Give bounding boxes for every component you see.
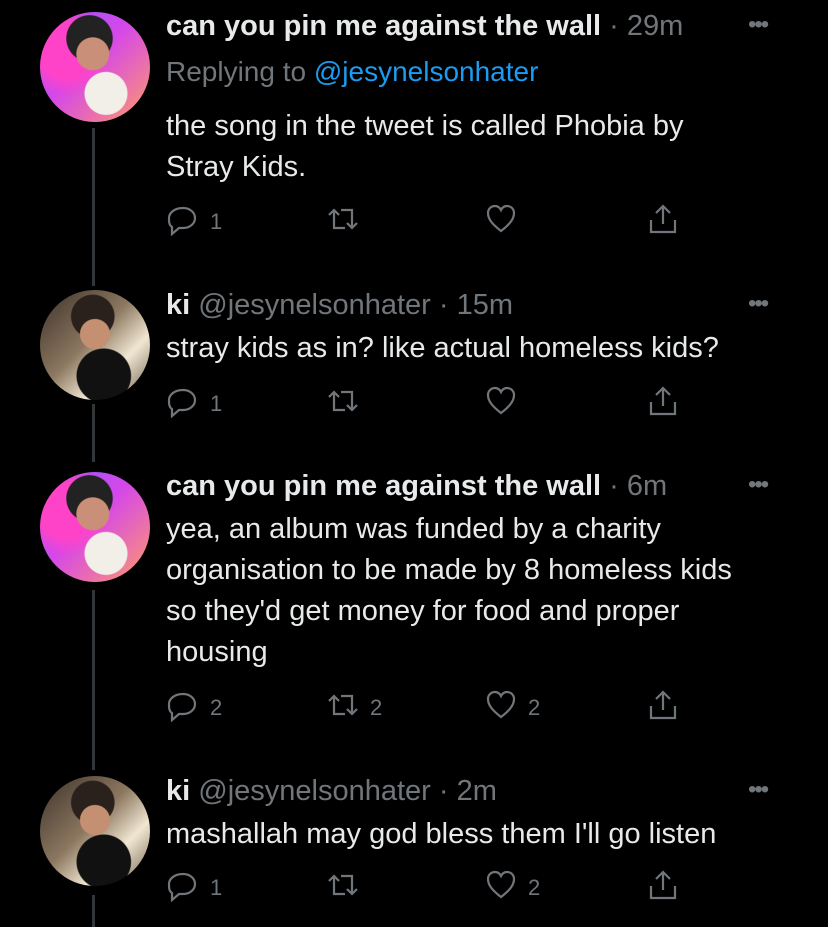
reply-count: 1: [210, 391, 223, 416]
reply-icon: [166, 202, 200, 242]
display-name[interactable]: can you pin me against the wall: [166, 470, 601, 502]
tweet-header: can you pin me against the wall · 6m: [166, 465, 667, 507]
tweet-header: ki @jesynelsonhater · 2m: [166, 770, 497, 812]
replying-prefix: Replying to: [166, 56, 314, 87]
timestamp[interactable]: · 2m: [439, 775, 497, 807]
tweet[interactable]: ki @jesynelsonhater · 15m ••• stray kids…: [0, 280, 828, 440]
handle[interactable]: @jesynelsonhater: [198, 775, 431, 807]
like-count: 2: [528, 695, 541, 720]
like-button[interactable]: [484, 202, 528, 242]
reply-count: 1: [210, 875, 223, 900]
avatar[interactable]: [40, 290, 150, 400]
avatar[interactable]: [40, 776, 150, 886]
tweet-text: stray kids as in? like actual homeless k…: [166, 332, 719, 364]
display-name[interactable]: can you pin me against the wall: [166, 10, 601, 42]
retweet-button[interactable]: [326, 202, 370, 242]
timestamp[interactable]: · 6m: [609, 470, 667, 502]
like-button[interactable]: 2: [484, 688, 540, 728]
share-button[interactable]: [646, 384, 680, 424]
avatar[interactable]: [40, 472, 150, 582]
retweet-icon: [326, 384, 360, 424]
timestamp[interactable]: · 29m: [609, 10, 683, 42]
tweet-header: ki @jesynelsonhater · 15m: [166, 284, 513, 326]
like-icon: [484, 384, 518, 424]
tweet[interactable]: ki @jesynelsonhater · 2m ••• mashallah m…: [0, 772, 828, 927]
retweet-button[interactable]: [326, 384, 370, 424]
like-button[interactable]: 2: [484, 868, 540, 908]
share-button[interactable]: [646, 688, 680, 728]
like-icon: [484, 202, 518, 242]
tweet-actions: 1: [166, 384, 686, 424]
share-icon: [646, 384, 680, 424]
handle[interactable]: @jesynelsonhater: [198, 289, 431, 321]
tweet-header: can you pin me against the wall · 29m: [166, 5, 683, 47]
tweet-text: the song in the tweet is called Phobia b…: [166, 110, 684, 183]
like-count: 2: [528, 875, 541, 900]
more-icon[interactable]: •••: [748, 778, 786, 802]
display-name[interactable]: ki: [166, 775, 190, 807]
tweet-actions: 1: [166, 202, 686, 242]
tweet-text: mashallah may god bless them I'll go lis…: [166, 818, 717, 850]
like-button[interactable]: [484, 384, 528, 424]
display-name[interactable]: ki: [166, 289, 190, 321]
retweet-button[interactable]: 2: [326, 688, 382, 728]
share-icon: [646, 868, 680, 908]
tweet[interactable]: can you pin me against the wall · 6m •••…: [0, 462, 828, 762]
share-icon: [646, 202, 680, 242]
reply-icon: [166, 868, 200, 908]
reply-icon: [166, 384, 200, 424]
more-icon[interactable]: •••: [748, 13, 786, 37]
like-icon: [484, 688, 518, 728]
reply-count: 1: [210, 209, 223, 234]
more-icon[interactable]: •••: [748, 473, 786, 497]
retweet-button[interactable]: [326, 868, 370, 908]
timestamp[interactable]: · 15m: [439, 289, 513, 321]
more-icon[interactable]: •••: [748, 292, 786, 316]
retweet-icon: [326, 868, 360, 908]
retweet-icon: [326, 688, 360, 728]
reply-icon: [166, 688, 200, 728]
tweet-actions: 2 2 2: [166, 688, 686, 728]
share-icon: [646, 688, 680, 728]
reply-button[interactable]: 1: [166, 202, 222, 242]
reply-button[interactable]: 1: [166, 868, 222, 908]
tweet-actions: 1 2: [166, 868, 686, 908]
avatar[interactable]: [40, 12, 150, 122]
replying-to: Replying to @jesynelsonhater: [166, 54, 538, 90]
reply-button[interactable]: 1: [166, 384, 222, 424]
like-icon: [484, 868, 518, 908]
retweet-count: 2: [370, 695, 383, 720]
share-button[interactable]: [646, 202, 680, 242]
reply-button[interactable]: 2: [166, 688, 222, 728]
tweet[interactable]: can you pin me against the wall · 29m ••…: [0, 0, 828, 270]
tweet-text: yea, an album was funded by a charity or…: [166, 513, 732, 668]
replying-handle-link[interactable]: @jesynelsonhater: [314, 56, 539, 87]
reply-count: 2: [210, 695, 223, 720]
share-button[interactable]: [646, 868, 680, 908]
retweet-icon: [326, 202, 360, 242]
